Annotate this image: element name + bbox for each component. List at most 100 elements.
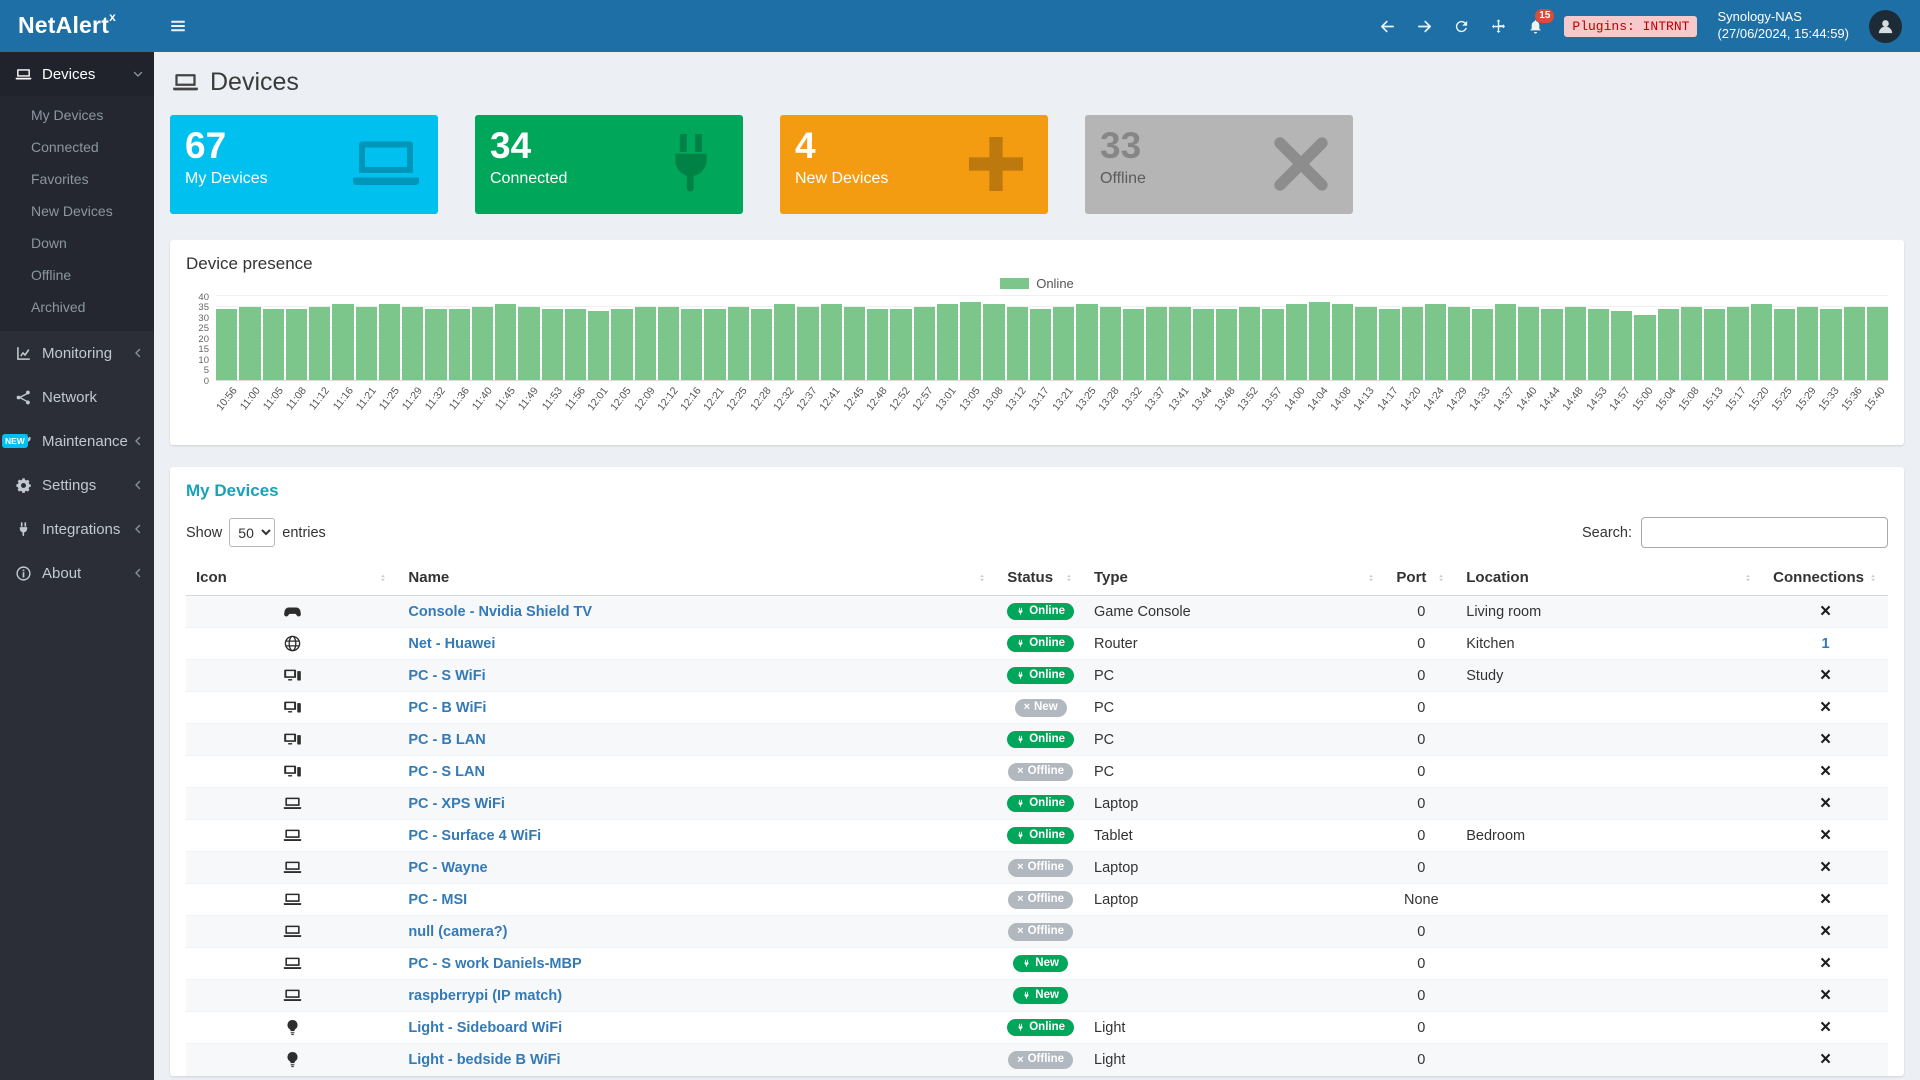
y-tick-label: 20	[198, 334, 209, 344]
refresh-icon[interactable]	[1453, 18, 1470, 35]
x-tick-label: 11:25	[377, 385, 402, 412]
sort-icon[interactable]	[1060, 571, 1074, 585]
presence-bar	[309, 307, 330, 381]
device-port: 0	[1386, 660, 1456, 692]
menu-toggle-icon[interactable]	[168, 17, 188, 35]
x-tick: 13:12	[1005, 381, 1028, 433]
host-name: Synology-NAS	[1717, 9, 1849, 26]
column-header-type[interactable]: Type	[1084, 560, 1386, 596]
sort-icon[interactable]	[1362, 571, 1376, 585]
sort-icon[interactable]	[1432, 571, 1446, 585]
entries-label: entries	[282, 525, 326, 541]
stat-card-new-devices[interactable]: 4New Devices	[780, 115, 1048, 214]
device-row[interactable]: PC - Surface 4 WiFiOnlineTablet0Bedroom×	[186, 820, 1888, 852]
x-tick: 12:52	[889, 381, 912, 433]
sidebar-subitem-offline[interactable]: Offline	[0, 259, 154, 291]
device-name-link[interactable]: PC - B WiFi	[408, 700, 486, 716]
device-name-link[interactable]: PC - S LAN	[408, 764, 485, 780]
sort-icon[interactable]	[374, 571, 388, 585]
sidebar-item-monitoring[interactable]: Monitoring	[0, 331, 154, 375]
column-header-status[interactable]: Status	[997, 560, 1084, 596]
device-port: None	[1386, 884, 1456, 916]
device-port: 0	[1386, 852, 1456, 884]
table-controls: Show 50 entries Search:	[186, 517, 1888, 548]
sidebar-subitem-favorites[interactable]: Favorites	[0, 163, 154, 195]
device-row[interactable]: PC - S WiFiOnlinePC0Study×	[186, 660, 1888, 692]
device-type	[1084, 948, 1386, 980]
connections-count-link[interactable]: 1	[1822, 636, 1830, 652]
laptop-icon	[283, 922, 302, 941]
device-row[interactable]: null (camera?)×Offline0×	[186, 916, 1888, 948]
sidebar-subitem-connected[interactable]: Connected	[0, 131, 154, 163]
device-name-link[interactable]: Console - Nvidia Shield TV	[408, 604, 592, 620]
sort-icon[interactable]	[1864, 571, 1878, 585]
status-badge: New	[1013, 955, 1068, 973]
device-row[interactable]: Console - Nvidia Shield TVOnlineGame Con…	[186, 596, 1888, 628]
notifications-bell[interactable]: 15	[1527, 18, 1544, 35]
device-type: PC	[1084, 756, 1386, 788]
device-row[interactable]: Net - HuaweiOnlineRouter0Kitchen1	[186, 628, 1888, 660]
stat-card-my-devices[interactable]: 67My Devices	[170, 115, 438, 214]
device-row[interactable]: Light - Sideboard WiFiOnlineLight0×	[186, 1012, 1888, 1044]
column-header-connections[interactable]: Connections	[1763, 560, 1888, 596]
x-tick: 14:13	[1354, 381, 1377, 433]
x-tick: 11:25	[379, 381, 402, 433]
plug-icon	[1022, 959, 1031, 968]
x-tick-label: 10:56	[216, 385, 239, 413]
device-name-link[interactable]: Light - bedside B WiFi	[408, 1052, 560, 1068]
device-name-link[interactable]: PC - S WiFi	[408, 668, 485, 684]
sidebar-subitem-down[interactable]: Down	[0, 227, 154, 259]
device-name-link[interactable]: PC - B LAN	[408, 732, 485, 748]
device-row[interactable]: PC - Wayne×OfflineLaptop0×	[186, 852, 1888, 884]
sidebar-subitem-archived[interactable]: Archived	[0, 291, 154, 323]
plugins-status-badge[interactable]: Plugins: INTRNT	[1564, 16, 1697, 37]
device-row[interactable]: PC - B WiFi×NewPC0×	[186, 692, 1888, 724]
search-input[interactable]	[1641, 517, 1888, 548]
app-logo[interactable]: NetAlertx	[0, 0, 154, 52]
sidebar-item-settings[interactable]: Settings	[0, 463, 154, 507]
sort-icon[interactable]	[1739, 571, 1753, 585]
device-name-link[interactable]: PC - Wayne	[408, 860, 487, 876]
sidebar-subitem-new-devices[interactable]: New Devices	[0, 195, 154, 227]
nav-forward-icon[interactable]	[1416, 18, 1433, 35]
device-row[interactable]: PC - B LANOnlinePC0×	[186, 724, 1888, 756]
sidebar-item-integrations[interactable]: Integrations	[0, 507, 154, 551]
sidebar-item-network[interactable]: Network	[0, 375, 154, 419]
x-tick: 14:00	[1284, 381, 1307, 433]
device-row[interactable]: PC - XPS WiFiOnlineLaptop0×	[186, 788, 1888, 820]
sidebar-item-about[interactable]: About	[0, 551, 154, 595]
device-name-link[interactable]: PC - Surface 4 WiFi	[408, 828, 541, 844]
presence-bar	[1076, 304, 1097, 380]
device-name-link[interactable]: null (camera?)	[408, 924, 507, 940]
sidebar-subitem-my-devices[interactable]: My Devices	[0, 99, 154, 131]
page-size-select[interactable]: 50	[229, 518, 275, 547]
x-tick: 14:24	[1423, 381, 1446, 433]
sidebar-item-maintenance[interactable]: NEWMaintenance	[0, 419, 154, 463]
device-row[interactable]: PC - MSI×OfflineLaptopNone×	[186, 884, 1888, 916]
column-header-icon[interactable]: Icon	[186, 560, 398, 596]
nav-back-icon[interactable]	[1379, 18, 1396, 35]
sidebar-item-devices[interactable]: Devices	[0, 52, 154, 96]
sort-icon[interactable]	[973, 571, 987, 585]
x-tick-label: 15:40	[1862, 385, 1888, 413]
device-name-link[interactable]: PC - S work Daniels-MBP	[408, 956, 581, 972]
device-name-link[interactable]: Net - Huawei	[408, 636, 495, 652]
device-row[interactable]: PC - S LAN×OfflinePC0×	[186, 756, 1888, 788]
stat-card-offline[interactable]: 33Offline	[1085, 115, 1353, 214]
x-tick-label: 15:36	[1839, 385, 1865, 413]
presence-bar	[495, 304, 516, 380]
column-header-name[interactable]: Name	[398, 560, 997, 596]
device-name-link[interactable]: PC - XPS WiFi	[408, 796, 505, 812]
user-avatar[interactable]	[1869, 10, 1902, 43]
device-name-link[interactable]: Light - Sideboard WiFi	[408, 1020, 562, 1036]
stat-card-connected[interactable]: 34Connected	[475, 115, 743, 214]
device-row[interactable]: PC - S work Daniels-MBPNew0×	[186, 948, 1888, 980]
move-arrows-icon[interactable]	[1490, 18, 1507, 35]
device-name-link[interactable]: raspberrypi (IP match)	[408, 988, 562, 1004]
device-row[interactable]: raspberrypi (IP match)New0×	[186, 980, 1888, 1012]
device-row[interactable]: Light - bedside B WiFi×OfflineLight0×	[186, 1044, 1888, 1076]
device-name-link[interactable]: PC - MSI	[408, 892, 467, 908]
column-header-location[interactable]: Location	[1456, 560, 1763, 596]
device-port: 0	[1386, 788, 1456, 820]
column-header-port[interactable]: Port	[1386, 560, 1456, 596]
